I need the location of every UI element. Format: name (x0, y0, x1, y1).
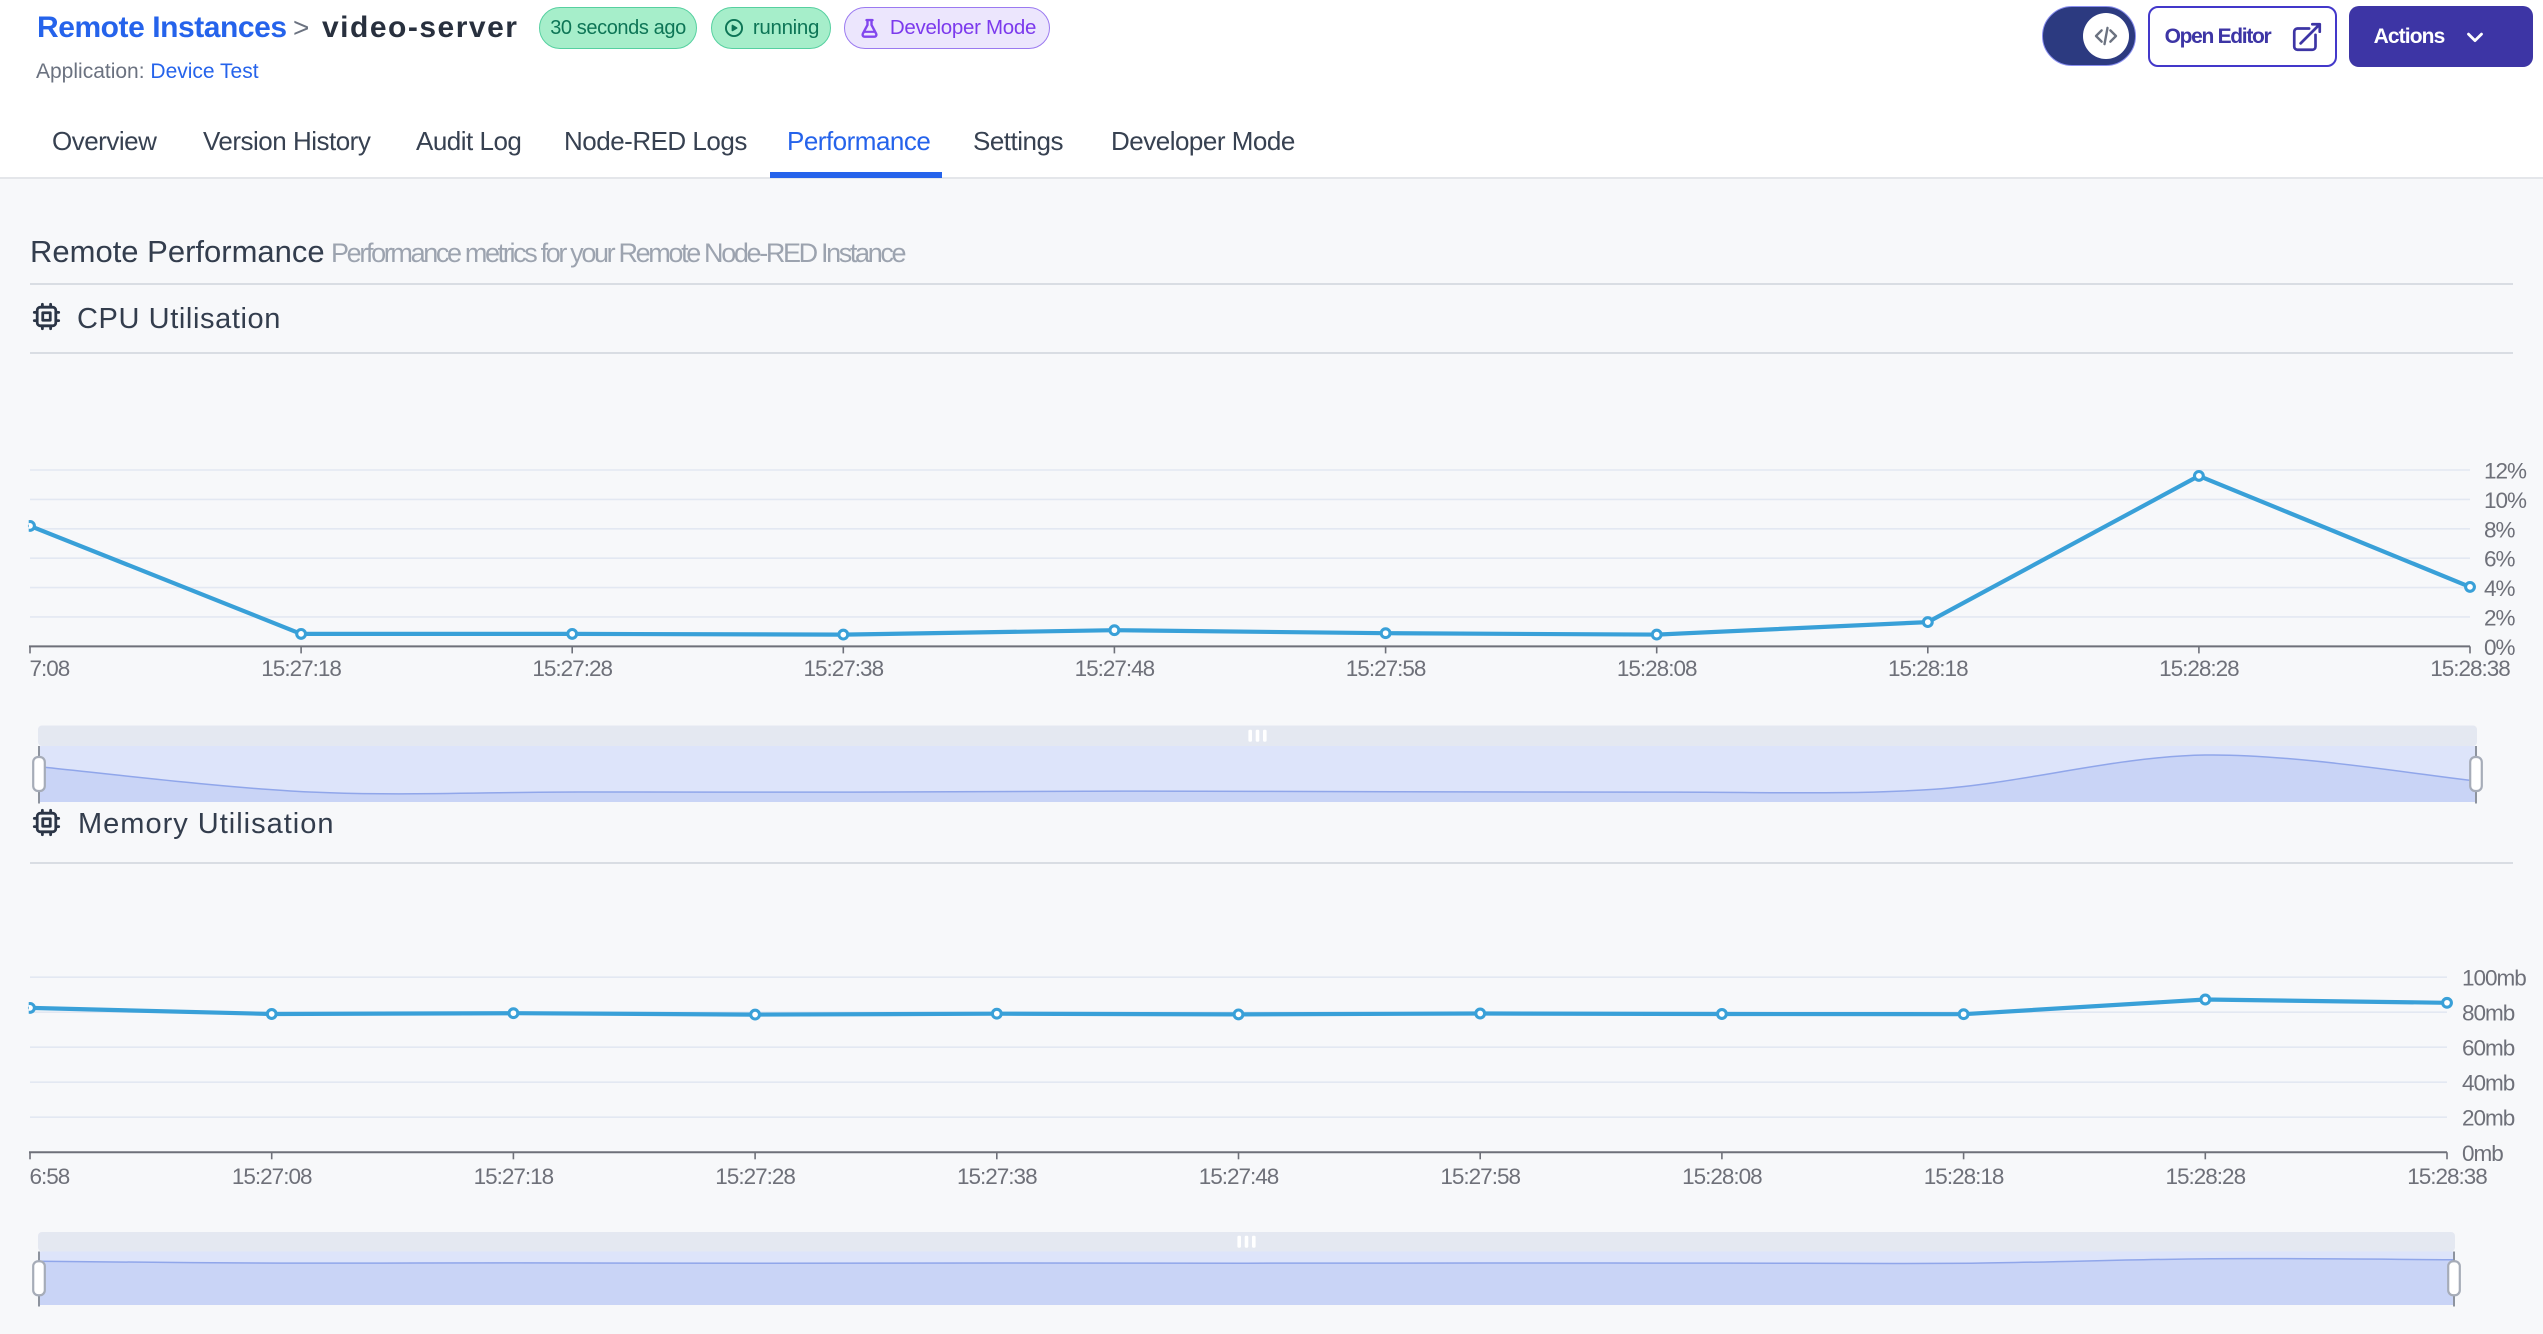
svg-text:0mb: 0mb (2462, 1141, 2503, 1166)
svg-text:15:27:18: 15:27:18 (261, 656, 341, 681)
svg-text:6:58: 6:58 (30, 1164, 70, 1189)
svg-text:4%: 4% (2484, 576, 2516, 601)
svg-text:15:28:38: 15:28:38 (2430, 656, 2510, 681)
svg-text:15:28:38: 15:28:38 (2407, 1164, 2487, 1189)
svg-text:80mb: 80mb (2462, 1001, 2515, 1026)
svg-text:10%: 10% (2484, 488, 2527, 513)
svg-text:15:27:58: 15:27:58 (1440, 1164, 1520, 1189)
svg-text:15:27:28: 15:27:28 (532, 656, 612, 681)
svg-text:100mb: 100mb (2462, 966, 2526, 991)
svg-text:8%: 8% (2484, 517, 2516, 542)
svg-text:15:28:28: 15:28:28 (2166, 1164, 2246, 1189)
svg-text:12%: 12% (2484, 459, 2527, 484)
svg-text:7:08: 7:08 (30, 656, 70, 681)
svg-text:15:27:38: 15:27:38 (957, 1164, 1037, 1189)
svg-text:15:27:58: 15:27:58 (1346, 656, 1426, 681)
svg-text:15:27:18: 15:27:18 (474, 1164, 554, 1189)
svg-text:15:28:18: 15:28:18 (1924, 1164, 2004, 1189)
svg-text:40mb: 40mb (2462, 1071, 2515, 1096)
svg-text:6%: 6% (2484, 547, 2516, 572)
svg-text:15:28:18: 15:28:18 (1888, 656, 1968, 681)
svg-text:15:28:08: 15:28:08 (1617, 656, 1697, 681)
svg-text:15:28:08: 15:28:08 (1682, 1164, 1762, 1189)
svg-text:15:27:38: 15:27:38 (804, 656, 884, 681)
svg-text:15:28:28: 15:28:28 (2159, 656, 2239, 681)
svg-text:15:27:48: 15:27:48 (1199, 1164, 1279, 1189)
svg-text:15:27:08: 15:27:08 (232, 1164, 312, 1189)
svg-text:15:27:48: 15:27:48 (1075, 656, 1155, 681)
svg-text:20mb: 20mb (2462, 1106, 2515, 1131)
svg-text:2%: 2% (2484, 605, 2516, 630)
svg-text:15:27:28: 15:27:28 (715, 1164, 795, 1189)
svg-text:60mb: 60mb (2462, 1036, 2515, 1061)
